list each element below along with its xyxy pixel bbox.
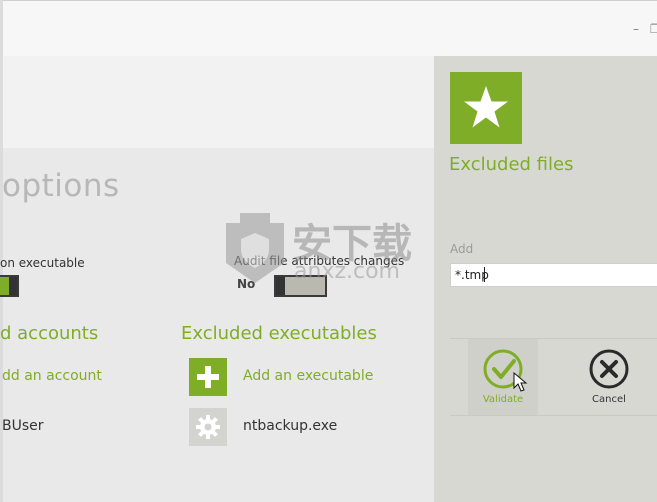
validate-label: Validate [482, 394, 524, 405]
toggle-thumb [9, 277, 17, 295]
cancel-button[interactable]: Cancel [574, 339, 644, 415]
add-label: Add [450, 242, 474, 256]
watermark: 安下载 anxz.com [220, 207, 440, 297]
executable-item-icon [189, 408, 227, 446]
shield-watermark-icon [226, 213, 284, 283]
title-bar: – ❐ [0, 0, 657, 56]
page-title: options [2, 168, 120, 204]
text-caret [484, 267, 485, 282]
cancel-label: Cancel [592, 394, 626, 405]
action-strip: Validate Cancel [450, 338, 657, 416]
accounts-section-title: d accounts [0, 323, 99, 344]
add-executable-button[interactable] [189, 358, 227, 396]
cursor-icon [513, 372, 528, 392]
gear-icon [196, 415, 220, 439]
executables-section-title: Excluded executables [181, 323, 377, 344]
plus-icon [197, 366, 219, 388]
add-account-link[interactable]: dd an account [2, 368, 102, 384]
panel-title: Excluded files [449, 154, 574, 175]
setting-left-label: on executable [0, 256, 85, 270]
setting-left-toggle[interactable] [0, 275, 19, 297]
add-executable-link[interactable]: Add an executable [243, 368, 373, 384]
close-icon [589, 349, 629, 389]
minimize-button[interactable]: – [633, 23, 639, 35]
account-list-item[interactable]: BUser [2, 418, 44, 434]
watermark-sub: anxz.com [294, 259, 400, 284]
restore-button[interactable]: ❐ [650, 23, 657, 35]
main-header-area [0, 56, 434, 148]
executable-list-item[interactable]: ntbackup.exe [243, 418, 337, 434]
add-file-pattern-input[interactable] [450, 263, 657, 287]
star-icon [464, 86, 508, 128]
excluded-files-panel: Excluded files Add Validate Cancel [434, 56, 657, 502]
excluded-files-tile [450, 72, 522, 144]
